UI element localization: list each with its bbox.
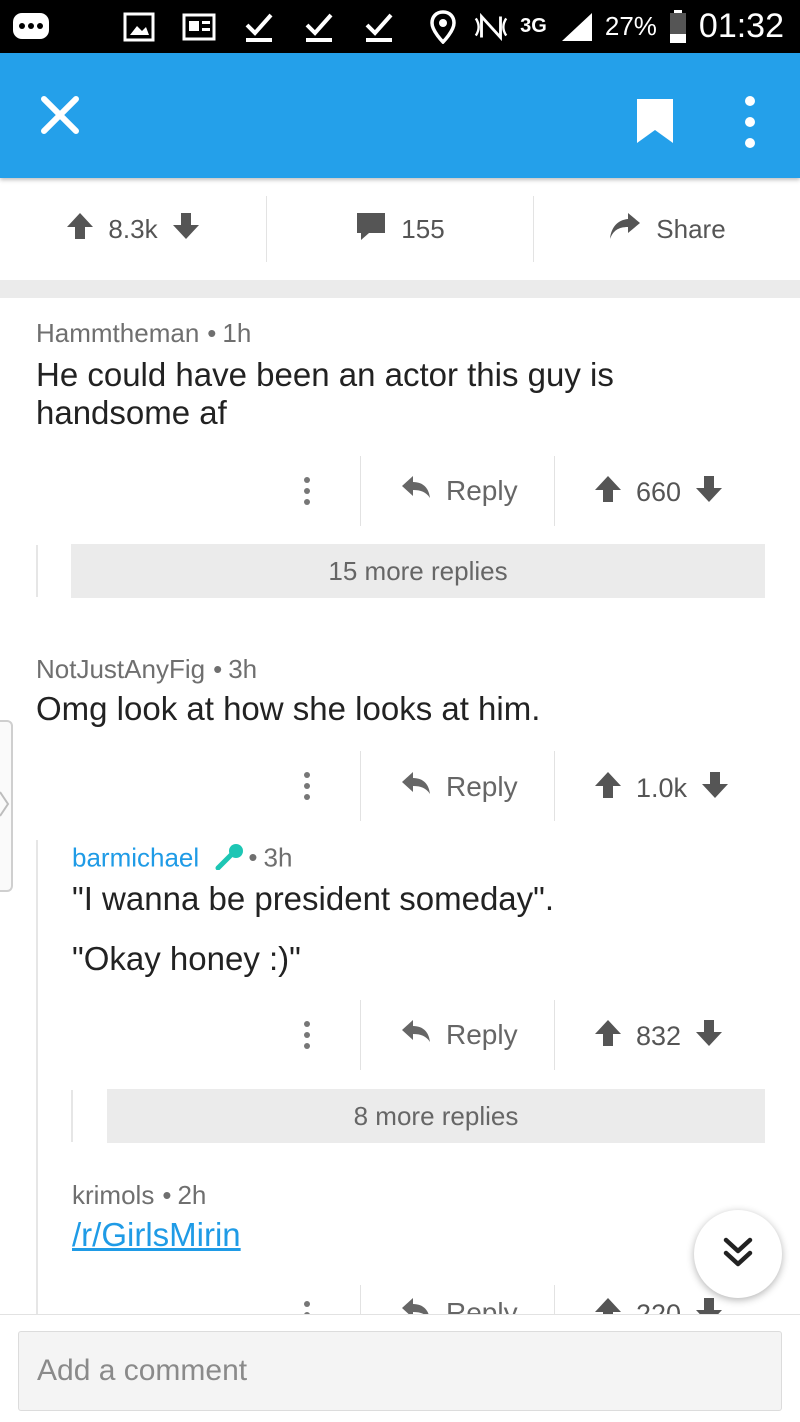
separator-dot: •	[207, 318, 217, 348]
more-vert-icon[interactable]	[302, 771, 312, 801]
reply-icon	[400, 474, 432, 507]
reply-icon	[400, 1018, 432, 1051]
comment-age: 3h	[263, 842, 293, 873]
separator-dot: •	[213, 654, 223, 684]
upvote-icon[interactable]	[594, 770, 622, 807]
upvote-icon[interactable]	[594, 474, 622, 511]
thread-line	[36, 840, 38, 1314]
divider	[554, 1000, 555, 1070]
reply-button[interactable]: Reply	[400, 474, 518, 507]
divider	[554, 456, 555, 526]
divider	[554, 751, 555, 821]
share-label: Share	[656, 213, 726, 244]
comment-age: 2h	[177, 1180, 207, 1210]
battery-percent: 27%	[604, 11, 657, 41]
thread-line	[71, 1090, 73, 1142]
divider	[360, 456, 361, 526]
bookmark-icon[interactable]	[634, 96, 676, 146]
comment-meta: krimols • 2h	[72, 1180, 206, 1211]
double-chevron-down-icon	[720, 1234, 756, 1275]
location-icon	[424, 9, 462, 44]
comment-body: Omg look at how she looks at him.	[36, 690, 541, 727]
reply-label: Reply	[446, 770, 518, 802]
network-type: 3G	[520, 15, 547, 37]
comment-score: 660	[636, 477, 682, 507]
comments-button[interactable]: 155	[267, 178, 533, 280]
subreddit-link[interactable]: /r/GirlsMirin	[72, 1216, 241, 1253]
comment-vote: 660	[594, 474, 723, 511]
upvote-icon[interactable]	[594, 1018, 622, 1055]
comment-author[interactable]: krimols	[72, 1180, 154, 1210]
download-done-icon	[240, 10, 278, 44]
clock: 01:32	[698, 7, 784, 45]
download-done-icon	[300, 10, 338, 44]
add-comment-input[interactable]	[18, 1331, 782, 1411]
more-vert-icon[interactable]	[302, 1020, 312, 1050]
more-replies-button[interactable]: 15 more replies	[71, 544, 765, 598]
post-vote: 8.3k	[0, 178, 266, 280]
chat-bubble-icon	[12, 10, 50, 44]
share-icon	[608, 211, 642, 248]
downvote-icon[interactable]	[695, 1018, 723, 1055]
more-vert-icon[interactable]	[736, 93, 764, 151]
downvote-icon[interactable]	[701, 770, 729, 807]
comment-meta: barmichael • 3h	[72, 842, 292, 877]
nfc-icon	[472, 10, 510, 44]
signal-icon	[557, 10, 595, 44]
divider	[360, 1000, 361, 1070]
reply-icon	[400, 770, 432, 803]
post-actions: 8.3k 155 Share	[0, 178, 800, 280]
jump-down-button[interactable]	[694, 1210, 782, 1298]
side-drawer-handle[interactable]	[0, 720, 13, 892]
download-done-icon	[360, 10, 398, 44]
more-vert-icon[interactable]	[302, 476, 312, 506]
divider	[360, 751, 361, 821]
comment-meta: NotJustAnyFig • 3h	[36, 654, 257, 685]
separator-dot: •	[162, 1180, 172, 1210]
comment-age: 1h	[222, 318, 252, 348]
news-icon	[180, 10, 218, 44]
comment-age: 3h	[228, 654, 258, 684]
mic-icon	[214, 842, 246, 877]
reply-label: Reply	[446, 1018, 518, 1050]
share-button[interactable]: Share	[534, 178, 800, 280]
comment-author[interactable]: barmichael	[72, 842, 199, 872]
comment-count: 155	[401, 213, 445, 244]
thread-line	[36, 545, 38, 597]
more-replies-button[interactable]: 8 more replies	[107, 1089, 765, 1143]
divider	[0, 280, 800, 298]
reply-button[interactable]: Reply	[400, 1018, 518, 1051]
comment-composer	[0, 1314, 800, 1422]
downvote-icon[interactable]	[172, 211, 200, 248]
close-icon[interactable]	[36, 91, 84, 139]
comment-vote: 1.0k	[594, 770, 729, 807]
comment-score: 832	[636, 1021, 682, 1051]
app-bar	[0, 53, 800, 178]
downvote-icon[interactable]	[695, 474, 723, 511]
reply-button[interactable]: Reply	[400, 770, 518, 803]
comment-body-line: "I wanna be president someday".	[72, 880, 555, 917]
comment-score: 1.0k	[636, 773, 688, 803]
post-score: 8.3k	[108, 213, 158, 244]
upvote-icon[interactable]	[66, 211, 94, 248]
comment-icon	[355, 211, 387, 248]
comment-body: He could have been an actor this guy is …	[36, 356, 614, 431]
battery-icon	[667, 9, 689, 44]
image-icon	[120, 10, 158, 44]
separator-dot: •	[248, 842, 258, 873]
reply-label: Reply	[446, 474, 518, 506]
comment-author[interactable]: Hammtheman	[36, 318, 199, 348]
comment-author[interactable]: NotJustAnyFig	[36, 654, 205, 684]
comment-meta: Hammtheman • 1h	[36, 318, 251, 349]
status-bar: 3G 27% 01:32	[0, 0, 800, 53]
comment-vote: 832	[594, 1018, 723, 1055]
comment-body: /r/GirlsMirin	[72, 1216, 241, 1254]
comment-body-line: "Okay honey :)"	[72, 940, 301, 977]
